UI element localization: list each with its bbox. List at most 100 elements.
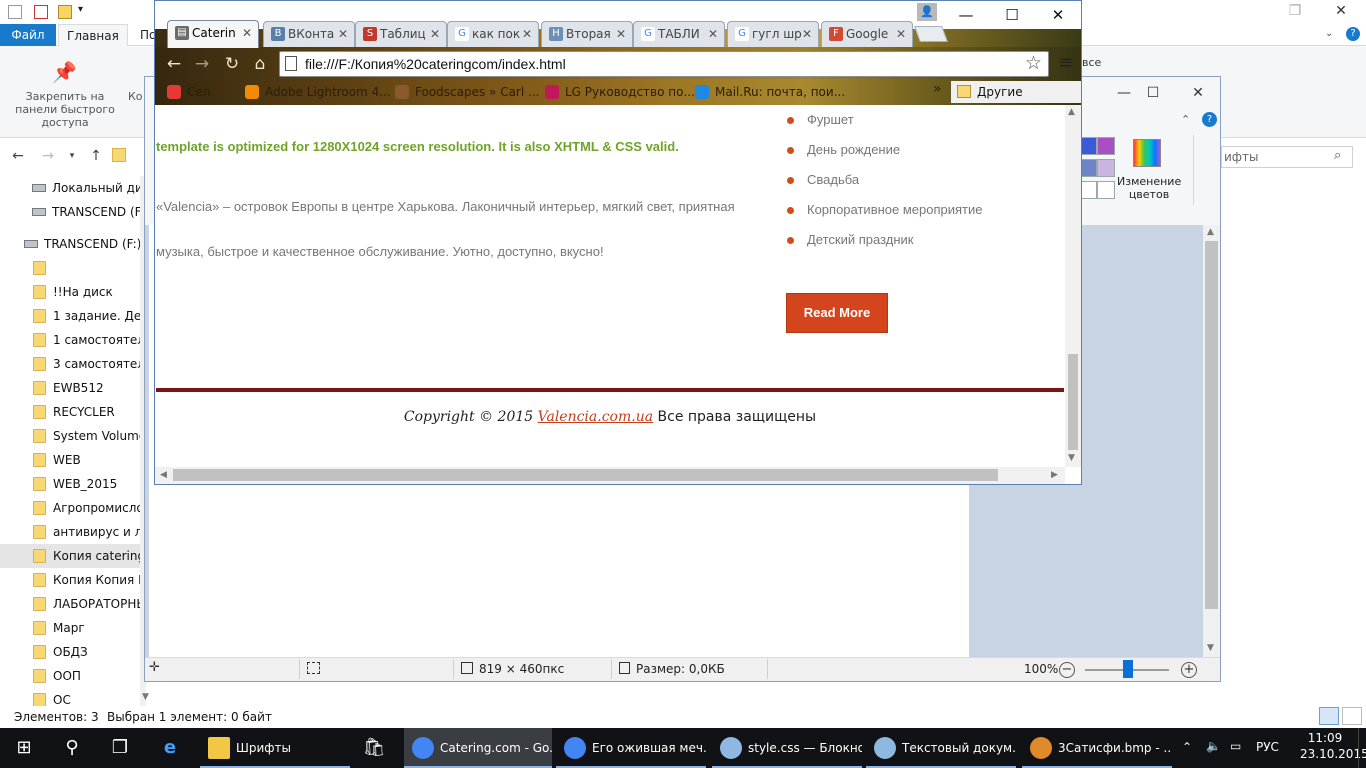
bookmark-item[interactable]: Adobe Lightroom 4... [245, 83, 391, 101]
address-url[interactable]: file:///F:/Копия%20cateringcom/index.htm… [305, 55, 566, 73]
home-button[interactable]: ⌂ [249, 53, 271, 75]
help-icon[interactable]: ? [1346, 27, 1360, 41]
clock[interactable]: 11:09 23.10.2015 [1300, 730, 1366, 762]
recent-locations-button[interactable]: ▾ [62, 146, 82, 166]
page-scroll-down-icon[interactable]: ▼ [1068, 453, 1075, 463]
tree-item[interactable]: ОБДЗ [0, 640, 144, 664]
windows-start-icon[interactable]: ⊞ [12, 736, 36, 760]
page-scroll-up-icon[interactable]: ▲ [1068, 107, 1075, 117]
tab-file[interactable]: Файл [0, 24, 56, 46]
taskbar-app-button[interactable]: 3Сатисфи.bmp - ... [1022, 728, 1172, 768]
browser-tab[interactable]: F Google ✕ [821, 21, 913, 47]
close-tab-icon[interactable]: ✕ [802, 22, 812, 46]
task-view-icon[interactable]: ❐ [108, 736, 132, 760]
new-tab-button[interactable] [914, 26, 948, 42]
paint-ribbon-collapse-icon[interactable]: ⌃ [1181, 113, 1190, 126]
tree-item[interactable]: RECYCLER [0, 400, 144, 424]
tree-item[interactable]: Агропромислов [0, 496, 144, 520]
zoom-in-button[interactable]: + [1181, 662, 1197, 678]
chrome-maximize-button[interactable]: ☐ [989, 1, 1035, 29]
paint-scroll-down-icon[interactable]: ▼ [1207, 643, 1214, 653]
tree-item[interactable]: EWB512 [0, 376, 144, 400]
footer-site-link[interactable]: Valencia.com.ua [538, 409, 653, 425]
bookmarks-overflow-button[interactable]: » [933, 81, 942, 97]
close-tab-icon[interactable]: ✕ [242, 21, 252, 45]
page-scroll-left-icon[interactable]: ◀ [160, 470, 167, 480]
paint-close-button[interactable]: ✕ [1175, 83, 1221, 103]
zoom-out-button[interactable]: − [1059, 662, 1075, 678]
tree-item[interactable] [0, 256, 144, 280]
tree-item[interactable]: ОС [0, 688, 144, 706]
other-bookmarks-button[interactable]: Другие закладки [951, 81, 1081, 121]
tree-item[interactable]: Копия catering [0, 544, 144, 568]
reload-button[interactable]: ↻ [221, 53, 243, 75]
taskbar-app-button[interactable]: Его ожившая меч... [556, 728, 706, 768]
tree-item[interactable]: Копия Копия Кс [0, 568, 144, 592]
properties-icon[interactable] [8, 5, 22, 19]
page-scroll-right-icon[interactable]: ▶ [1051, 470, 1058, 480]
chrome-back-button[interactable]: ← [163, 53, 185, 75]
palette-color-lavender[interactable] [1097, 159, 1115, 177]
network-icon[interactable]: ▭ [1230, 739, 1241, 753]
tree-item[interactable]: WEB_2015 [0, 472, 144, 496]
explorer-search-box[interactable]: ифты ⌕ [1221, 146, 1353, 168]
bookmark-item[interactable]: Foodscapes » Carl ... [395, 83, 539, 101]
close-tab-icon[interactable]: ✕ [430, 22, 440, 46]
tree-scroll-down-icon[interactable]: ▼ [142, 692, 149, 702]
ribbon-collapse-icon[interactable]: ⌄ [1325, 28, 1333, 39]
tray-overflow-icon[interactable]: ⌃ [1182, 740, 1192, 754]
explorer-maximize-button[interactable]: ❐ [1272, 0, 1318, 24]
tree-item[interactable]: 1 самостоятель [0, 328, 144, 352]
browser-tab[interactable]: ▤ Caterin ✕ [167, 20, 259, 48]
close-tab-icon[interactable]: ✕ [338, 22, 348, 46]
taskbar-app-button[interactable]: Шрифты [200, 728, 350, 768]
palette-color-purple[interactable] [1097, 137, 1115, 155]
palette-color-empty-2[interactable] [1097, 181, 1115, 199]
chrome-menu-button[interactable]: ≡ [1057, 52, 1075, 74]
paint-scroll-thumb[interactable] [1205, 241, 1218, 609]
up-button[interactable]: ↑ [86, 146, 106, 166]
language-indicator[interactable]: РУС [1256, 740, 1279, 754]
browser-tab[interactable]: S Таблиц ✕ [355, 21, 447, 47]
qat-dropdown-icon[interactable]: ▾ [78, 4, 83, 15]
service-list-item[interactable]: Корпоративное мероприятие [785, 200, 983, 220]
tree-item[interactable]: ООП [0, 664, 144, 688]
browser-tab[interactable]: Gкак пок ✕ [447, 21, 539, 47]
paint-scroll-up-icon[interactable]: ▲ [1207, 227, 1214, 237]
details-view-button[interactable] [1319, 707, 1339, 725]
pin-quick-access-label[interactable]: Закрепить на панели быстрого доступа [4, 90, 126, 129]
close-tab-icon[interactable]: ✕ [708, 22, 718, 46]
tree-item[interactable]: TRANSCEND (F:) [0, 232, 144, 256]
service-list-item[interactable]: Фуршет [785, 110, 854, 130]
close-tab-icon[interactable]: ✕ [896, 22, 906, 46]
pin-icon[interactable]: 📌 [52, 60, 77, 84]
zoom-slider-thumb[interactable] [1123, 660, 1133, 678]
close-tab-icon[interactable]: ✕ [522, 22, 532, 46]
user-profile-icon[interactable]: 👤 [917, 3, 937, 21]
back-button[interactable]: ← [8, 146, 28, 166]
page-hscroll-thumb[interactable] [173, 469, 998, 481]
chrome-minimize-button[interactable]: — [943, 1, 989, 29]
taskbar-app-button[interactable]: Catering.com - Go... [404, 728, 552, 768]
browser-tab[interactable]: G ТАБЛИ ✕ [633, 21, 725, 47]
tab-home[interactable]: Главная [58, 24, 128, 46]
tree-item[interactable]: TRANSCEND (F:) [0, 200, 144, 224]
forward-button[interactable]: → [38, 146, 58, 166]
bookmark-item[interactable]: LG Руководство по... [545, 83, 695, 101]
show-desktop-button[interactable] [1358, 728, 1366, 768]
tree-item[interactable]: System Volume I [0, 424, 144, 448]
tree-item[interactable]: 1 задание. Деоь [0, 304, 144, 328]
bookmark-item[interactable]: Mail.Ru: почта, пои... [695, 83, 845, 101]
store-icon[interactable]: 🛍 [362, 736, 386, 760]
paint-maximize-button[interactable]: ☐ [1130, 83, 1176, 103]
browser-tab[interactable]: В ВКонта ✕ [263, 21, 355, 47]
tree-item[interactable]: !!На диск [0, 280, 144, 304]
service-list-item[interactable]: День рождение [785, 140, 900, 160]
edit-colors-button[interactable]: Изменение цветов [1117, 175, 1181, 201]
checklist-icon[interactable] [34, 5, 48, 19]
explorer-close-button[interactable]: ✕ [1318, 0, 1364, 24]
tree-item[interactable]: Марг [0, 616, 144, 640]
page-vscroll-thumb[interactable] [1068, 354, 1078, 450]
taskbar-app-button[interactable]: style.css — Блокнот [712, 728, 862, 768]
tree-item[interactable]: 3 самостоятель [0, 352, 144, 376]
